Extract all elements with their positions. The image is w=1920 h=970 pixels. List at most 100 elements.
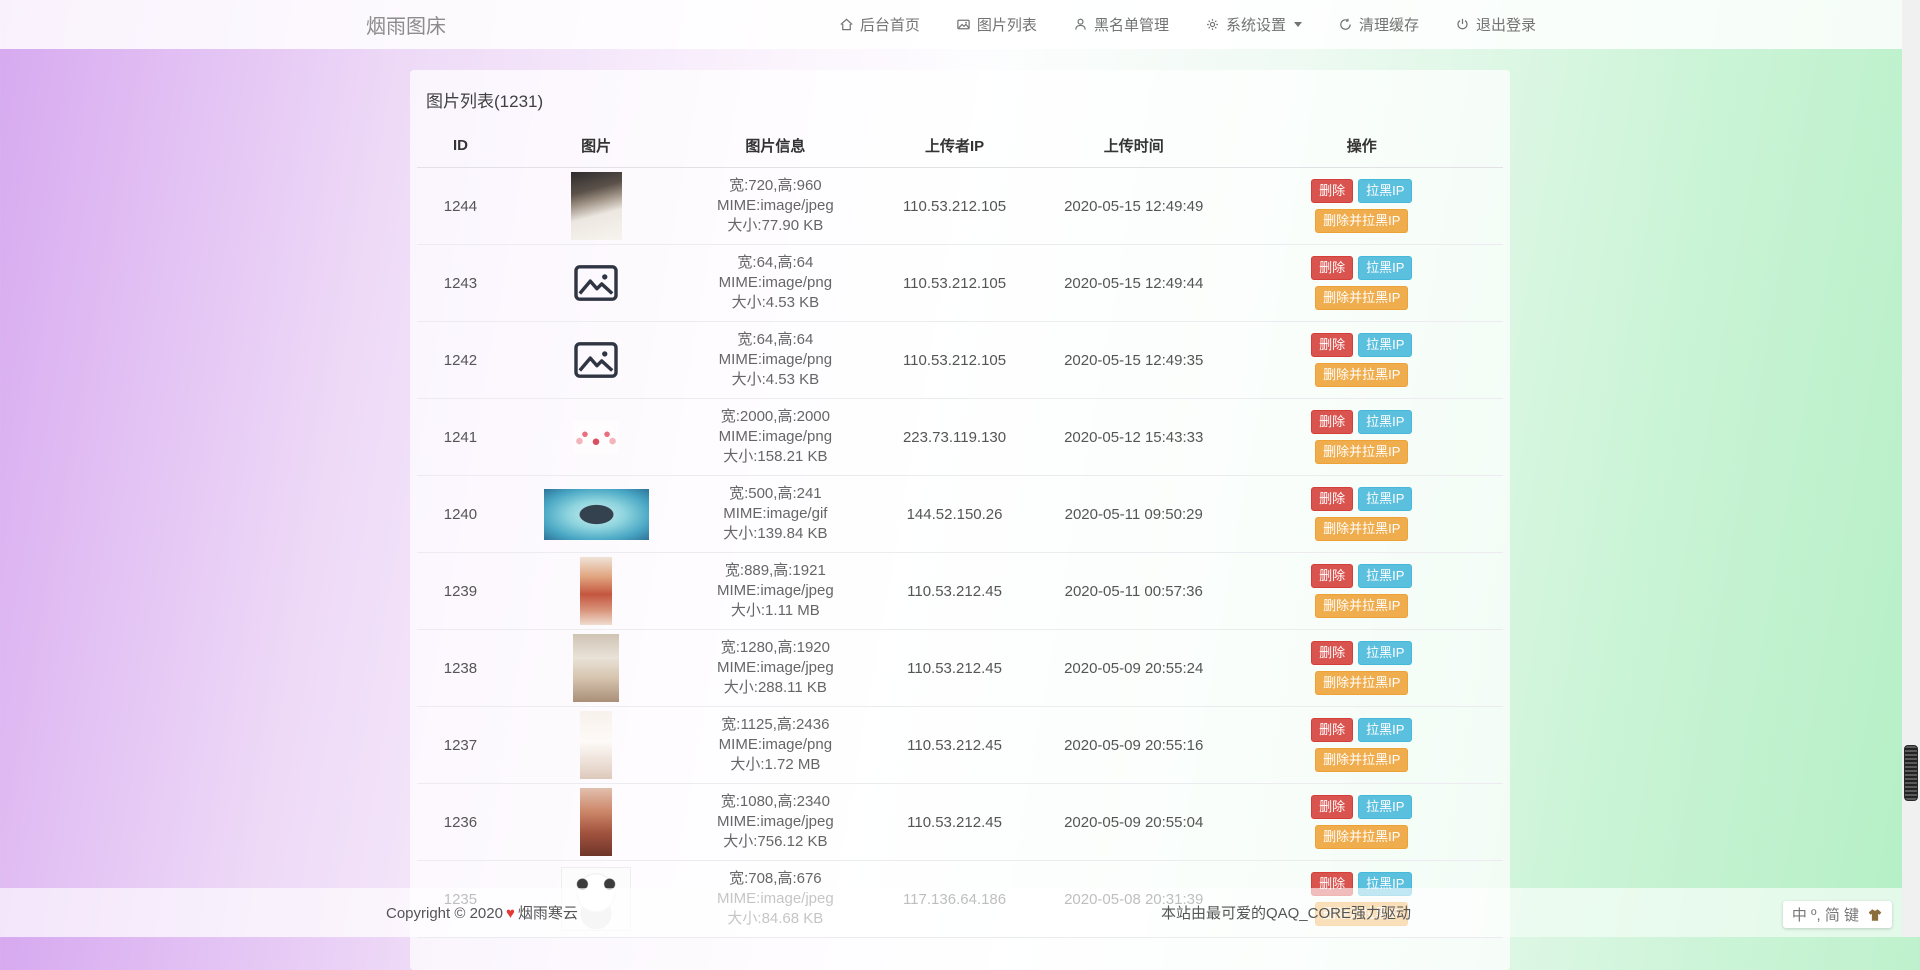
nav-item-blacklist[interactable]: 黑名单管理 (1073, 14, 1169, 35)
block-ip-button[interactable]: 拉黑IP (1358, 641, 1412, 665)
delete-and-block-ip-button[interactable]: 删除并拉黑IP (1315, 748, 1408, 772)
image-thumbnail[interactable] (580, 557, 612, 625)
panel-title: 图片列表(1231) (410, 70, 1510, 126)
delete-button[interactable]: 删除 (1311, 641, 1353, 665)
delete-button[interactable]: 删除 (1311, 718, 1353, 742)
block-ip-button[interactable]: 拉黑IP (1358, 564, 1412, 588)
image-info-cell: 宽:64,高:64 MIME:image/png 大小:4.53 KB (688, 245, 862, 322)
image-cell (504, 553, 689, 630)
delete-button[interactable]: 删除 (1311, 410, 1353, 434)
block-ip-button[interactable]: 拉黑IP (1358, 718, 1412, 742)
delete-button[interactable]: 删除 (1311, 564, 1353, 588)
delete-button[interactable]: 删除 (1311, 256, 1353, 280)
image-id-cell: 1239 (417, 553, 504, 630)
delete-button[interactable]: 删除 (1311, 795, 1353, 819)
image-dimensions: 宽:720,高:960 (692, 176, 858, 196)
image-thumbnail[interactable] (573, 420, 619, 454)
block-ip-button[interactable]: 拉黑IP (1358, 795, 1412, 819)
nav-item-label: 清理缓存 (1359, 14, 1419, 35)
image-size: 大小:1.72 MB (692, 755, 858, 775)
image-size: 大小:4.53 KB (692, 293, 858, 313)
image-thumbnail[interactable] (573, 634, 619, 702)
image-thumbnail[interactable] (580, 711, 612, 779)
chevron-down-icon (1294, 22, 1302, 27)
table-row: 1244 宽:720,高:960 MIME:image/jpeg 大小:77.9… (417, 168, 1503, 245)
column-header-image: 图片 (504, 126, 689, 168)
nav-item-image-list[interactable]: 图片列表 (956, 14, 1037, 35)
image-cell (504, 245, 689, 322)
table-row: 1236 宽:1080,高:2340 MIME:image/jpeg 大小:75… (417, 784, 1503, 861)
delete-button[interactable]: 删除 (1311, 333, 1353, 357)
table-row: 1241 宽:2000,高:2000 MIME:image/png 大小:158… (417, 399, 1503, 476)
image-info-cell: 宽:64,高:64 MIME:image/png 大小:4.53 KB (688, 322, 862, 399)
nav-item-label: 后台首页 (860, 14, 920, 35)
image-mime: MIME:image/jpeg (692, 658, 858, 678)
delete-and-block-ip-button[interactable]: 删除并拉黑IP (1315, 671, 1408, 695)
image-id-cell: 1236 (417, 784, 504, 861)
image-info-cell: 宽:1080,高:2340 MIME:image/jpeg 大小:756.12 … (688, 784, 862, 861)
ime-status-text: 中 º, 简 键 (1792, 904, 1859, 925)
actions-cell: 删除 拉黑IP 删除并拉黑IP (1221, 784, 1503, 861)
nav-item-label: 黑名单管理 (1094, 14, 1169, 35)
delete-and-block-ip-button[interactable]: 删除并拉黑IP (1315, 825, 1408, 849)
image-thumbnail[interactable] (544, 489, 649, 540)
table-row: 1240 宽:500,高:241 MIME:image/gif 大小:139.8… (417, 476, 1503, 553)
refresh-icon (1338, 17, 1353, 32)
broken-image-icon (573, 263, 619, 303)
ime-skin-icon[interactable] (1867, 908, 1883, 922)
image-id-cell: 1238 (417, 630, 504, 707)
nav-item-logout[interactable]: 退出登录 (1455, 14, 1536, 35)
scrollbar-thumb[interactable] (1904, 745, 1918, 801)
image-cell (504, 322, 689, 399)
nav-item-dashboard[interactable]: 后台首页 (839, 14, 920, 35)
delete-button[interactable]: 删除 (1311, 487, 1353, 511)
brand[interactable]: 烟雨图床 (366, 10, 446, 39)
column-header-actions: 操作 (1221, 126, 1503, 168)
delete-and-block-ip-button[interactable]: 删除并拉黑IP (1315, 440, 1408, 464)
delete-and-block-ip-button[interactable]: 删除并拉黑IP (1315, 209, 1408, 233)
image-dimensions: 宽:1280,高:1920 (692, 638, 858, 658)
nav-item-settings[interactable]: 系统设置 (1205, 14, 1302, 35)
powered-by-text: 本站由最可爱的QAQ_CORE强力驱动 (1161, 902, 1411, 923)
column-header-info: 图片信息 (688, 126, 862, 168)
nav-item-clear-cache[interactable]: 清理缓存 (1338, 14, 1419, 35)
delete-and-block-ip-button[interactable]: 删除并拉黑IP (1315, 363, 1408, 387)
copyright-author: 烟雨寒云 (518, 905, 578, 922)
actions-cell: 删除 拉黑IP 删除并拉黑IP (1221, 476, 1503, 553)
table-row: 1242 宽:64,高:64 MIME:image/png 大小:4.53 KB… (417, 322, 1503, 399)
table-row: 1243 宽:64,高:64 MIME:image/png 大小:4.53 KB… (417, 245, 1503, 322)
image-dimensions: 宽:1080,高:2340 (692, 792, 858, 812)
copyright-prefix: Copyright © 2020 (386, 905, 503, 922)
upload-time-cell: 2020-05-09 20:55:04 (1047, 784, 1221, 861)
delete-and-block-ip-button[interactable]: 删除并拉黑IP (1315, 594, 1408, 618)
upload-time-cell: 2020-05-12 15:43:33 (1047, 399, 1221, 476)
uploader-ip-cell: 110.53.212.45 (862, 707, 1047, 784)
column-header-time: 上传时间 (1047, 126, 1221, 168)
block-ip-button[interactable]: 拉黑IP (1358, 410, 1412, 434)
image-cell (504, 476, 689, 553)
delete-and-block-ip-button[interactable]: 删除并拉黑IP (1315, 286, 1408, 310)
image-dimensions: 宽:500,高:241 (692, 484, 858, 504)
uploader-ip-cell: 110.53.212.105 (862, 322, 1047, 399)
image-thumbnail[interactable] (572, 339, 620, 381)
uploader-ip-cell: 110.53.212.45 (862, 784, 1047, 861)
footer-container: Copyright © 2020♥烟雨寒云 本站由最可爱的QAQ_CORE强力驱… (386, 902, 1516, 923)
image-thumbnail[interactable] (571, 172, 622, 240)
delete-and-block-ip-button[interactable]: 删除并拉黑IP (1315, 517, 1408, 541)
block-ip-button[interactable]: 拉黑IP (1358, 256, 1412, 280)
scrollbar-track[interactable] (1902, 0, 1920, 937)
delete-button[interactable]: 删除 (1311, 179, 1353, 203)
block-ip-button[interactable]: 拉黑IP (1358, 333, 1412, 357)
column-header-ip: 上传者IP (862, 126, 1047, 168)
image-thumbnail[interactable] (580, 788, 612, 856)
gear-icon (1205, 17, 1220, 32)
image-size: 大小:756.12 KB (692, 832, 858, 852)
table-header-row: ID 图片 图片信息 上传者IP 上传时间 操作 (417, 126, 1503, 168)
upload-time-cell: 2020-05-09 20:55:16 (1047, 707, 1221, 784)
upload-time-cell: 2020-05-11 00:57:36 (1047, 553, 1221, 630)
block-ip-button[interactable]: 拉黑IP (1358, 487, 1412, 511)
image-info-cell: 宽:889,高:1921 MIME:image/jpeg 大小:1.11 MB (688, 553, 862, 630)
block-ip-button[interactable]: 拉黑IP (1358, 179, 1412, 203)
image-thumbnail[interactable] (572, 262, 620, 304)
actions-cell: 删除 拉黑IP 删除并拉黑IP (1221, 707, 1503, 784)
